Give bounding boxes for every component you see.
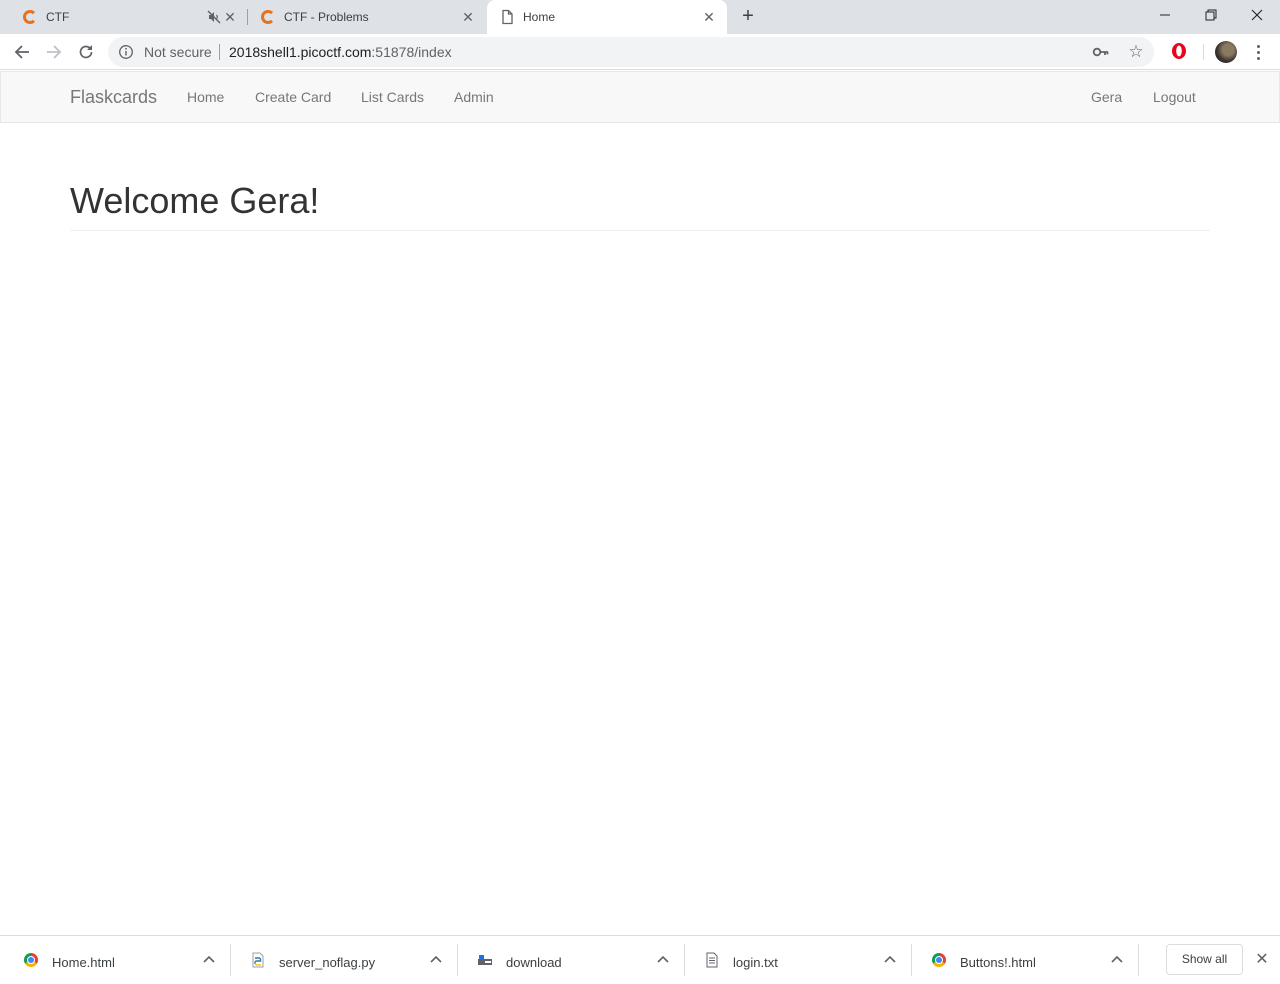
download-filename: Buttons!.html [960, 955, 1036, 970]
browser-toolbar: Not secure 2018shell1.picoctf.com:51878/… [0, 34, 1280, 70]
nav-logout[interactable]: Logout [1153, 72, 1196, 122]
tab-ctf-problems[interactable]: CTF - Problems ✕ [248, 0, 486, 34]
ctf-icon [22, 9, 38, 25]
download-item[interactable]: download [457, 936, 685, 984]
download-filename: Home.html [52, 955, 115, 970]
address-bar[interactable]: Not secure 2018shell1.picoctf.com:51878/… [108, 37, 1154, 67]
arrow-left-icon [14, 45, 29, 59]
omnibox-divider [219, 44, 220, 60]
menu-kebab-icon[interactable] [1250, 41, 1266, 63]
url-text[interactable]: 2018shell1.picoctf.com:51878/index [229, 44, 452, 60]
heading-divider [70, 230, 1210, 231]
chrome-file-icon [931, 952, 947, 968]
bookmark-star-icon[interactable]: ☆ [1126, 42, 1146, 62]
python-file-icon [252, 952, 264, 968]
tab-close-icon[interactable]: ✕ [460, 9, 476, 25]
download-filename: login.txt [733, 955, 778, 970]
download-item[interactable]: server_noflag.py [230, 936, 458, 984]
download-item[interactable]: login.txt [684, 936, 912, 984]
tab-ctf[interactable]: CTF ✕ [8, 0, 248, 34]
download-filename: download [506, 955, 562, 970]
tab-home[interactable]: Home ✕ [487, 0, 727, 34]
text-file-icon [706, 952, 718, 968]
new-tab-button[interactable]: + [737, 6, 759, 28]
download-bar: Home.html server_noflag.py download logi… [0, 935, 1280, 984]
chrome-file-icon [23, 952, 39, 968]
minimize-icon[interactable] [1142, 0, 1188, 30]
ctf-icon [260, 9, 276, 25]
download-item[interactable]: Buttons!.html [911, 936, 1139, 984]
nav-home[interactable]: Home [187, 72, 224, 122]
url-path: :51878/index [371, 44, 452, 60]
muted-speaker-icon[interactable] [206, 9, 222, 25]
download-filename: server_noflag.py [279, 955, 376, 970]
site-navbar: Flaskcards Home Create Card List Cards A… [0, 71, 1280, 123]
chevron-up-icon[interactable] [201, 952, 217, 968]
arrow-right-icon [47, 45, 62, 59]
nav-list-cards[interactable]: List Cards [361, 72, 424, 122]
page-heading: Welcome Gera! [70, 180, 320, 221]
nav-create-card[interactable]: Create Card [255, 72, 331, 122]
forward-button[interactable] [40, 38, 68, 66]
nav-admin[interactable]: Admin [454, 72, 494, 122]
profile-avatar[interactable] [1215, 41, 1237, 63]
tab-close-icon[interactable]: ✕ [222, 9, 238, 25]
tab-title: Home [523, 10, 556, 24]
nav-user-gera[interactable]: Gera [1091, 72, 1122, 122]
reload-button[interactable] [72, 38, 100, 66]
chevron-up-icon[interactable] [1109, 952, 1125, 968]
close-download-bar-icon[interactable]: ✕ [1253, 951, 1271, 969]
toolbar-divider [1203, 44, 1204, 60]
reload-icon [79, 45, 93, 59]
chevron-up-icon[interactable] [882, 952, 898, 968]
security-label[interactable]: Not secure [144, 44, 212, 60]
info-icon[interactable] [118, 44, 134, 60]
brand-link[interactable]: Flaskcards [70, 72, 157, 122]
tab-strip: CTF ✕ CTF - Problems ✕ Home ✕ + [0, 0, 1280, 34]
tab-title: CTF - Problems [284, 10, 369, 24]
tab-close-icon[interactable]: ✕ [701, 9, 717, 25]
generic-file-icon [478, 955, 492, 965]
download-divider [1138, 944, 1139, 976]
key-icon[interactable] [1092, 44, 1110, 60]
download-item[interactable]: Home.html [3, 936, 231, 984]
page-icon [502, 9, 513, 25]
chevron-up-icon[interactable] [428, 952, 444, 968]
show-all-button[interactable]: Show all [1166, 944, 1243, 975]
restore-icon[interactable] [1188, 0, 1234, 30]
extension-opera-icon[interactable] [1170, 42, 1188, 60]
url-host: 2018shell1.picoctf.com [229, 44, 372, 60]
back-button[interactable] [8, 38, 36, 66]
chevron-up-icon[interactable] [655, 952, 671, 968]
close-icon[interactable] [1234, 0, 1280, 30]
tab-title: CTF [46, 10, 70, 24]
